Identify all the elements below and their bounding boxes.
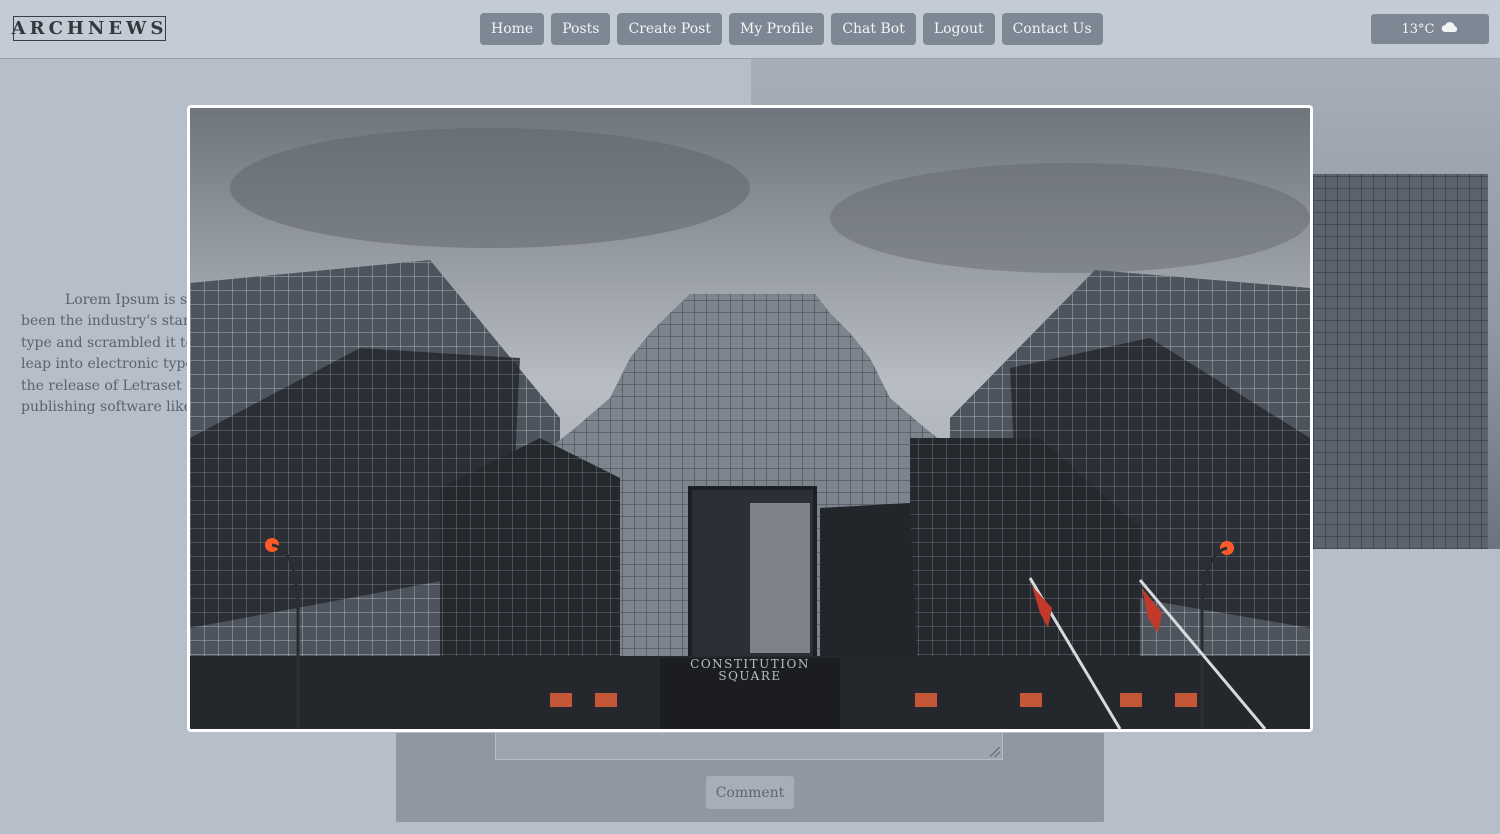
weather-widget: 13°C	[1371, 14, 1489, 44]
nav-logout-button[interactable]: Logout	[922, 13, 995, 45]
building-sign-line: SQUARE	[718, 669, 781, 683]
comment-button[interactable]: Comment	[706, 776, 794, 809]
nav-contact-us-button[interactable]: Contact Us	[1001, 13, 1103, 45]
post-body-line: publishing software like A	[21, 399, 188, 416]
nav-my-profile-button[interactable]: My Profile	[728, 13, 825, 45]
image-lightbox-modal[interactable]: CONSTITUTION SQUARE	[187, 105, 1313, 732]
nav-chat-bot-button[interactable]: Chat Bot	[831, 13, 916, 45]
nav-home-button[interactable]: Home	[480, 13, 545, 45]
comment-textarea[interactable]	[495, 733, 1003, 760]
post-body-line: leap into electronic types	[21, 356, 188, 373]
nav-create-post-button[interactable]: Create Post	[617, 13, 722, 45]
navbar: ARCHNEWS Home Posts Create Post My Profi…	[0, 0, 1500, 59]
post-body-line: the release of Letraset sh	[21, 377, 188, 394]
main-nav: Home Posts Create Post My Profile Chat B…	[480, 13, 1103, 45]
post-body-line: been the industry's stand	[21, 313, 188, 330]
textarea-resize-handle[interactable]	[990, 747, 1000, 757]
cover-image-building	[1313, 174, 1488, 549]
nav-posts-button[interactable]: Posts	[551, 13, 611, 45]
post-body-text: Lorem Ipsum is sir been the industry's s…	[21, 290, 188, 418]
post-body-line: type and scrambled it to	[21, 334, 188, 351]
weather-temperature: 13°C	[1401, 21, 1435, 37]
site-logo[interactable]: ARCHNEWS	[12, 16, 166, 41]
lightbox-image: CONSTITUTION SQUARE	[190, 108, 1310, 729]
comment-section: Comment	[396, 733, 1104, 822]
post-body-line: Lorem Ipsum is sir	[65, 292, 188, 308]
cloud-icon	[1441, 21, 1459, 37]
